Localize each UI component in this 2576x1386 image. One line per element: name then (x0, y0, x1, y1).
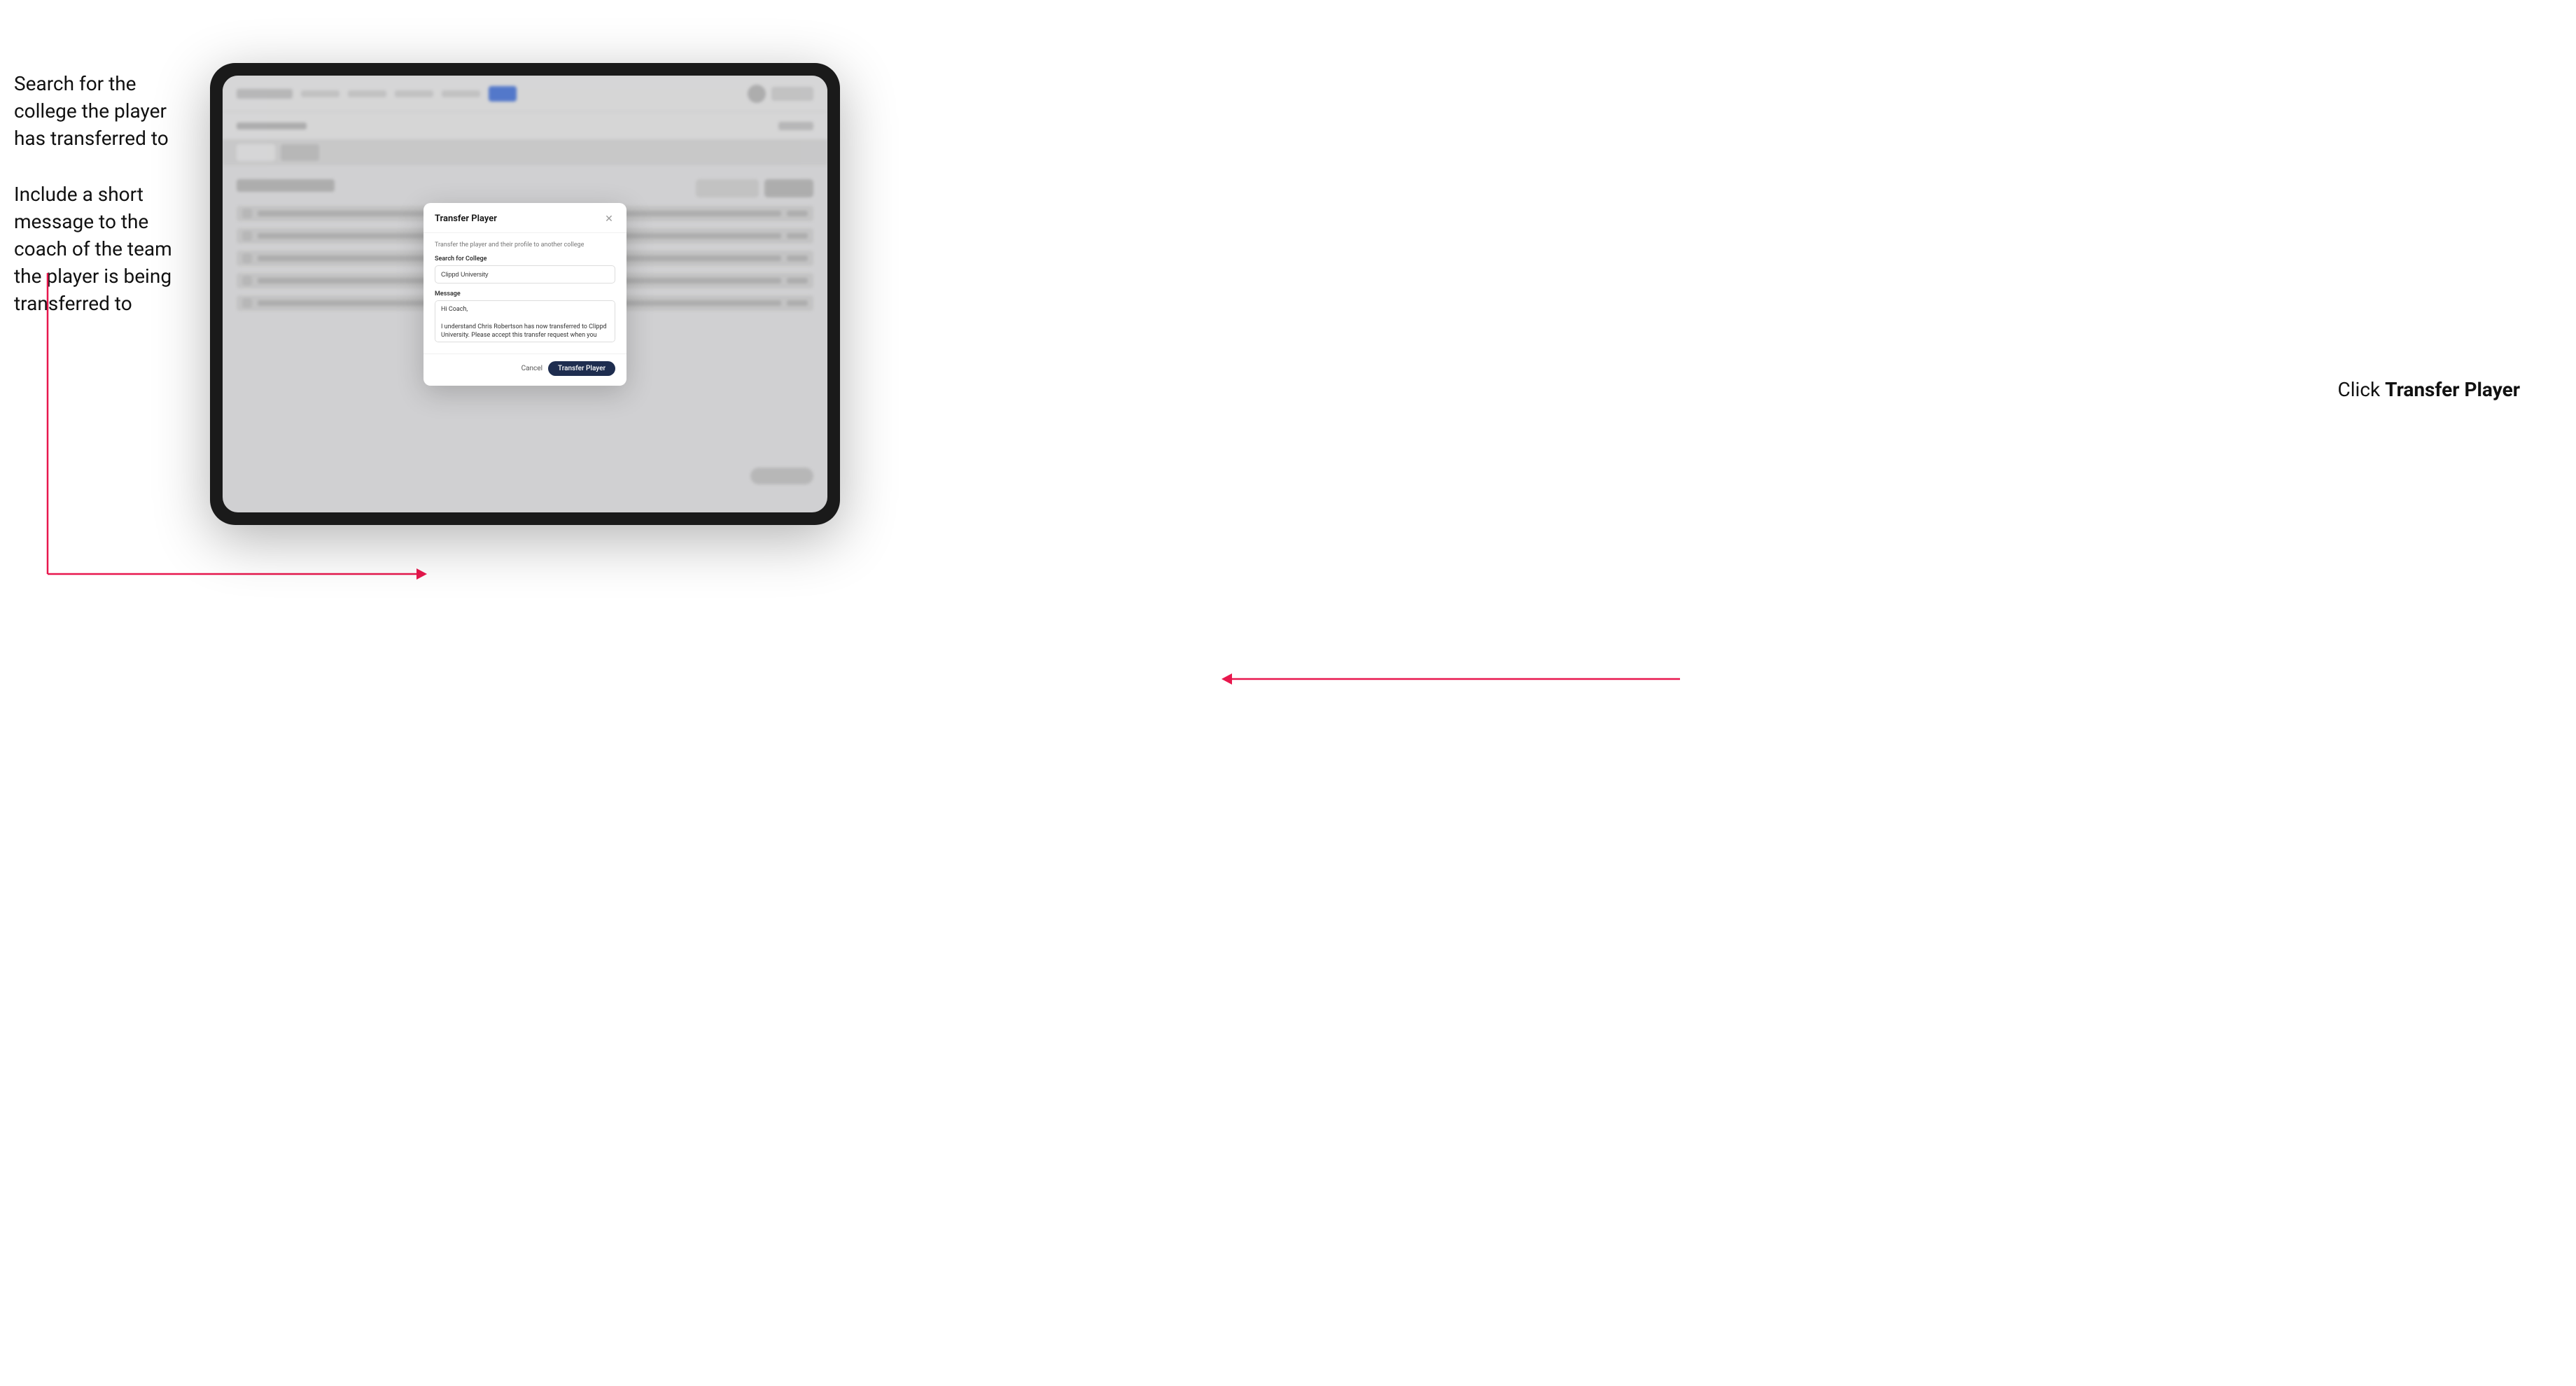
annotation-left: Search for the college the player has tr… (14, 70, 196, 346)
message-textarea[interactable]: Hi Coach, I understand Chris Robertson h… (435, 300, 615, 342)
modal-overlay: Transfer Player ✕ Transfer the player an… (223, 76, 827, 512)
modal-body: Transfer the player and their profile to… (424, 233, 626, 354)
annotation-right: Click Transfer Player (2338, 378, 2520, 401)
annotation-transfer-bold: Transfer Player (2385, 378, 2520, 401)
tablet-screen: Transfer Player ✕ Transfer the player an… (223, 76, 827, 512)
modal-title: Transfer Player (435, 214, 497, 224)
annotation-message-text: Include a short message to the coach of … (14, 181, 196, 318)
annotation-search-text: Search for the college the player has tr… (14, 70, 196, 153)
modal-description: Transfer the player and their profile to… (435, 241, 615, 248)
college-label: Search for College (435, 255, 615, 262)
message-label: Message (435, 290, 615, 298)
tablet-device: Transfer Player ✕ Transfer the player an… (210, 63, 840, 525)
cancel-button[interactable]: Cancel (522, 365, 542, 372)
modal-header: Transfer Player ✕ (424, 203, 626, 233)
college-search-input[interactable] (435, 265, 615, 284)
close-icon[interactable]: ✕ (603, 213, 615, 225)
transfer-player-button[interactable]: Transfer Player (548, 361, 615, 376)
modal-footer: Cancel Transfer Player (424, 354, 626, 386)
annotation-click-text: Click (2338, 378, 2386, 401)
transfer-player-modal: Transfer Player ✕ Transfer the player an… (424, 203, 626, 386)
